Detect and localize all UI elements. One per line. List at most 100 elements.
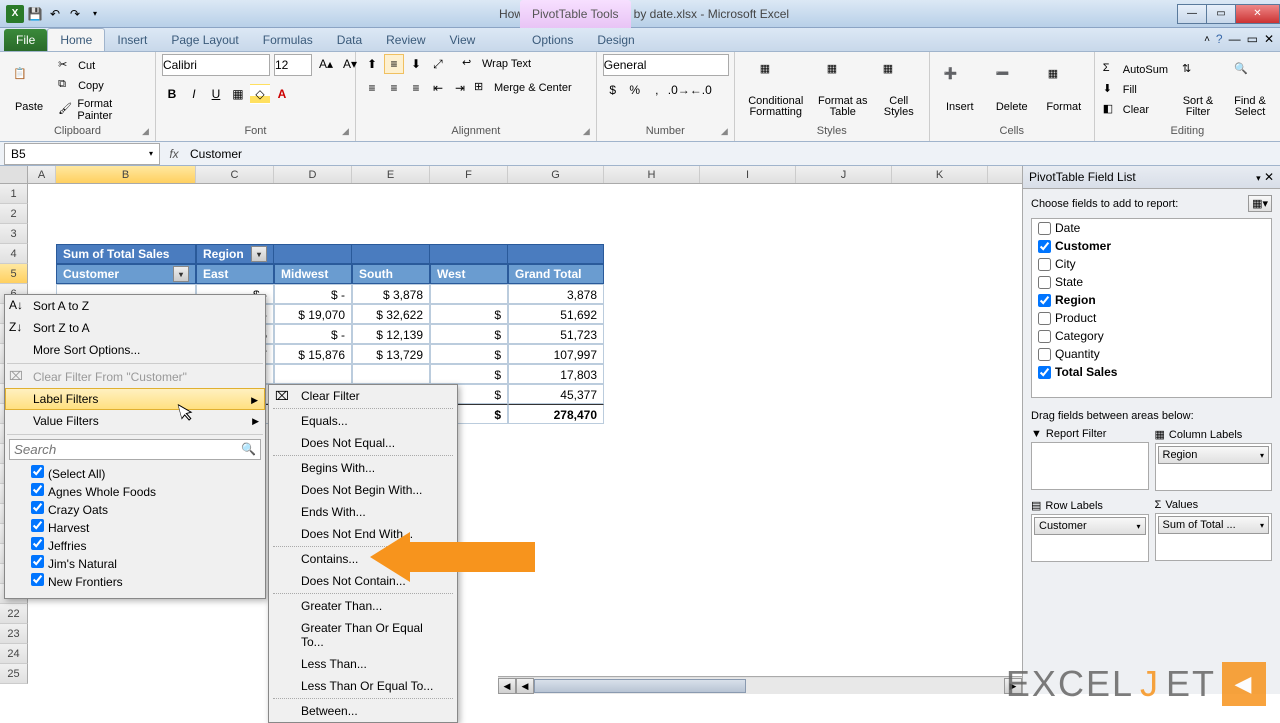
field-item[interactable]: State <box>1032 273 1271 291</box>
col-header[interactable]: J <box>796 166 892 183</box>
name-box[interactable]: B5 ▾ <box>4 143 160 165</box>
number-format-combo[interactable] <box>603 54 729 76</box>
clear-button[interactable]: ◧Clear <box>1101 101 1170 119</box>
sort-az-item[interactable]: A↓Sort A to Z <box>5 295 265 317</box>
row-header[interactable]: 4 <box>0 244 28 264</box>
scroll-thumb[interactable] <box>534 679 746 693</box>
col-header[interactable]: K <box>892 166 988 183</box>
chevron-down-icon[interactable]: ▾ <box>1136 522 1140 531</box>
customer-checkbox[interactable]: New Frontiers <box>31 572 257 590</box>
comma-icon[interactable]: , <box>647 80 667 100</box>
more-sort-item[interactable]: More Sort Options... <box>5 339 265 361</box>
filter-search-box[interactable]: 🔍 <box>9 439 261 460</box>
field-item[interactable]: Quantity <box>1032 345 1271 363</box>
row-header[interactable]: 1 <box>0 184 28 204</box>
workbook-restore-icon[interactable]: ▭ <box>1247 32 1258 46</box>
align-middle-icon[interactable]: ≡ <box>384 54 404 74</box>
format-cells-button[interactable]: ▦Format <box>1040 67 1088 113</box>
sum-total-chip[interactable]: Sum of Total ...▾ <box>1158 516 1270 534</box>
select-all-checkbox[interactable]: (Select All) <box>31 464 257 482</box>
sub-ends-with[interactable]: Ends With... <box>269 501 457 523</box>
cell-styles-button[interactable]: ▦Cell Styles <box>875 62 923 118</box>
format-as-table-button[interactable]: ▦Format as Table <box>815 62 871 118</box>
col-header[interactable]: A <box>28 166 56 183</box>
autosum-button[interactable]: ΣAutoSum <box>1101 61 1170 79</box>
insert-cells-button[interactable]: ➕Insert <box>936 67 984 113</box>
sub-greater-than[interactable]: Greater Than... <box>269 595 457 617</box>
increase-decimal-icon[interactable]: .0→ <box>669 80 689 100</box>
field-item[interactable]: Product <box>1032 309 1271 327</box>
minimize-button[interactable]: — <box>1177 4 1207 24</box>
row-header[interactable]: 2 <box>0 204 28 224</box>
field-item[interactable]: Total Sales <box>1032 363 1271 381</box>
format-painter-button[interactable]: 🖌Format Painter <box>56 97 149 123</box>
customer-checkbox[interactable]: Harvest <box>31 518 257 536</box>
field-item[interactable]: Region <box>1032 291 1271 309</box>
formula-input[interactable]: Customer <box>184 147 1280 161</box>
sub-lte[interactable]: Less Than Or Equal To... <box>269 675 457 697</box>
align-left-icon[interactable]: ≡ <box>362 78 382 98</box>
font-name-combo[interactable] <box>162 54 270 76</box>
row-header[interactable]: 23 <box>0 624 28 644</box>
scroll-left-icon[interactable]: ◀ <box>516 678 534 694</box>
cut-button[interactable]: ✂Cut <box>56 57 149 75</box>
launcher-icon[interactable]: ◢ <box>583 126 590 137</box>
decrease-indent-icon[interactable]: ⇤ <box>428 78 448 98</box>
tab-review[interactable]: Review <box>374 29 437 51</box>
maximize-button[interactable]: ▭ <box>1206 4 1236 24</box>
minimize-ribbon-icon[interactable]: ˄ <box>1204 34 1210 45</box>
grow-font-icon[interactable]: A▴ <box>316 54 336 74</box>
close-icon[interactable]: ✕ <box>1264 170 1274 184</box>
launcher-icon[interactable]: ◢ <box>721 126 728 137</box>
customer-checkbox[interactable]: Crazy Oats <box>31 500 257 518</box>
launcher-icon[interactable]: ◢ <box>142 126 149 137</box>
dropdown-icon[interactable]: ▾ <box>173 266 189 282</box>
qat-dropdown-icon[interactable]: ▾ <box>86 5 104 23</box>
tab-insert[interactable]: Insert <box>105 29 159 51</box>
tab-view[interactable]: View <box>438 29 488 51</box>
horizontal-scrollbar[interactable]: ◀ ◀ ▶ <box>498 676 1022 694</box>
font-size-combo[interactable] <box>274 54 312 76</box>
workbook-close-icon[interactable]: ✕ <box>1264 32 1274 46</box>
pivot-region-header[interactable]: Region▾ <box>196 244 274 264</box>
save-icon[interactable]: 💾 <box>26 5 44 23</box>
excel-icon[interactable]: X <box>6 5 24 23</box>
decrease-decimal-icon[interactable]: ←.0 <box>691 80 711 100</box>
merge-center-button[interactable]: ⊞Merge & Center <box>472 78 574 98</box>
scroll-left-icon[interactable]: ◀ <box>498 678 516 694</box>
tab-options[interactable]: Options <box>520 29 585 51</box>
customer-checkbox[interactable]: Jim's Natural <box>31 554 257 572</box>
paste-button[interactable]: 📋 Paste <box>6 67 52 113</box>
column-labels-zone[interactable]: Region▾ <box>1155 443 1273 491</box>
chevron-down-icon[interactable]: ▾ <box>1256 173 1261 183</box>
tab-home[interactable]: Home <box>47 28 105 51</box>
tab-design[interactable]: Design <box>585 29 646 51</box>
tab-data[interactable]: Data <box>325 29 374 51</box>
tab-file[interactable]: File <box>4 29 47 51</box>
wrap-text-button[interactable]: ↩Wrap Text <box>460 54 533 74</box>
delete-cells-button[interactable]: ➖Delete <box>988 67 1036 113</box>
customer-checkbox[interactable]: Agnes Whole Foods <box>31 482 257 500</box>
pivot-customer-header[interactable]: Customer▾ <box>56 264 196 284</box>
sub-not-equal[interactable]: Does Not Equal... <box>269 432 457 454</box>
chevron-down-icon[interactable]: ▾ <box>149 149 153 158</box>
col-header[interactable]: C <box>196 166 274 183</box>
row-header[interactable]: 25 <box>0 664 28 684</box>
filter-search-input[interactable] <box>10 440 237 459</box>
sub-between[interactable]: Between... <box>269 700 457 722</box>
align-top-icon[interactable]: ⬆ <box>362 54 382 74</box>
col-header[interactable]: D <box>274 166 352 183</box>
orientation-icon[interactable]: ⤢ <box>428 54 448 74</box>
field-item[interactable]: Date <box>1032 219 1271 237</box>
sub-equals[interactable]: Equals... <box>269 410 457 432</box>
col-header[interactable]: H <box>604 166 700 183</box>
search-icon[interactable]: 🔍 <box>237 440 260 459</box>
workbook-minimize-icon[interactable]: — <box>1229 32 1241 46</box>
row-header[interactable]: 24 <box>0 644 28 664</box>
increase-indent-icon[interactable]: ⇥ <box>450 78 470 98</box>
sub-less-than[interactable]: Less Than... <box>269 653 457 675</box>
col-header[interactable]: G <box>508 166 604 183</box>
field-item[interactable]: Category <box>1032 327 1271 345</box>
underline-button[interactable]: U <box>206 84 226 104</box>
report-filter-zone[interactable] <box>1031 442 1149 490</box>
